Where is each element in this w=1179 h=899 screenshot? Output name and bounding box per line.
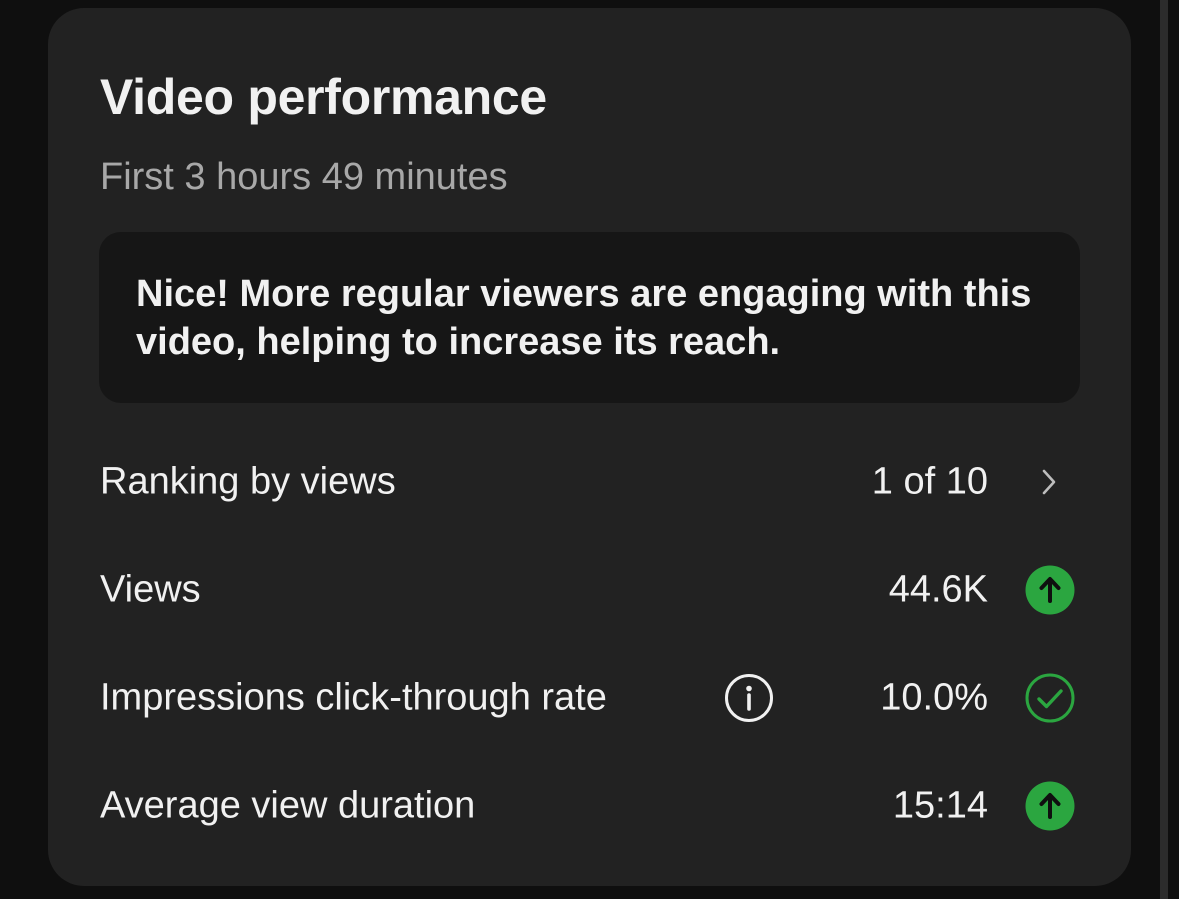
insight-box: Nice! More regular viewers are engaging … xyxy=(99,232,1080,403)
info-icon[interactable] xyxy=(723,672,775,724)
metric-value-ranking: 1 of 10 xyxy=(871,460,988,503)
metric-value-ctr: 10.0% xyxy=(880,676,988,719)
metric-row-ctr: Impressions click-through rate 10.0% xyxy=(48,663,1131,733)
metric-value-avg-duration: 15:14 xyxy=(892,784,988,827)
metric-row-ranking[interactable]: Ranking by views 1 of 10 xyxy=(48,447,1131,517)
arrow-up-circle-icon xyxy=(1024,564,1076,616)
metric-label-ctr: Impressions click-through rate xyxy=(100,676,607,719)
metric-label-ranking: Ranking by views xyxy=(100,460,396,503)
arrow-up-circle-icon xyxy=(1024,780,1076,832)
card-title: Video performance xyxy=(100,69,547,125)
video-performance-card: Video performance First 3 hours 49 minut… xyxy=(48,8,1131,886)
metric-label-avg-duration: Average view duration xyxy=(100,784,476,827)
scrollbar-edge xyxy=(1160,0,1168,899)
page: Video performance First 3 hours 49 minut… xyxy=(0,0,1179,899)
metric-label-views: Views xyxy=(100,568,201,611)
metric-value-views: 44.6K xyxy=(888,568,988,611)
card-subtitle: First 3 hours 49 minutes xyxy=(100,156,508,198)
insight-text: Nice! More regular viewers are engaging … xyxy=(136,273,1032,363)
metric-row-avg-duration: Average view duration 15:14 xyxy=(48,771,1131,841)
check-circle-icon xyxy=(1024,672,1076,724)
chevron-right-icon[interactable] xyxy=(1024,456,1076,508)
metric-row-views: Views 44.6K xyxy=(48,555,1131,625)
